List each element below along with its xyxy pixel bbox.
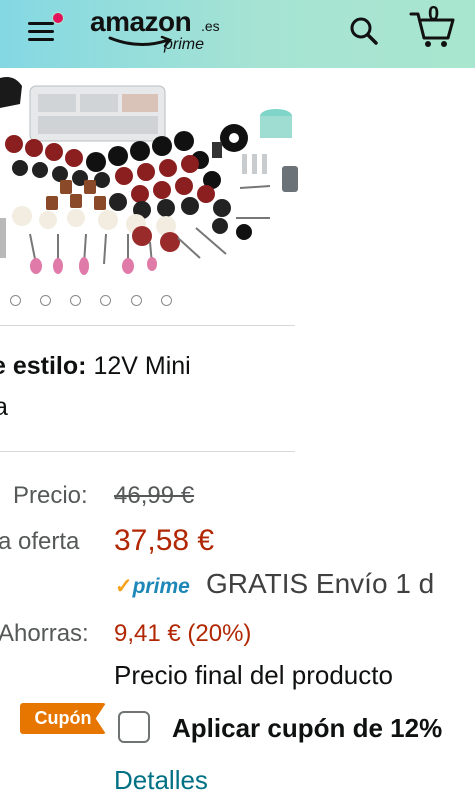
shipping-info: GRATIS Envío 1 d — [206, 568, 435, 599]
style-value: 12V Mini — [93, 352, 191, 380]
product-image[interactable] — [0, 68, 300, 280]
search-button[interactable] — [347, 14, 381, 48]
deal-price-label: a oferta — [0, 528, 80, 555]
carousel-dot[interactable] — [131, 295, 142, 306]
carousel-dot[interactable] — [70, 295, 81, 306]
product-photo — [0, 68, 300, 280]
style-label: e estilo: — [0, 352, 87, 380]
list-price: 46,99 € — [114, 482, 195, 509]
prime-badge: ✓prime — [115, 574, 190, 599]
style-selector[interactable]: e estilo: 12V Mini — [0, 352, 191, 381]
coupon-details-link[interactable]: Detalles — [114, 765, 208, 796]
top-header: amazon .es prime 0 — [0, 0, 475, 68]
deal-price: 37,58 € — [114, 524, 215, 557]
logo-tld: .es — [201, 18, 220, 34]
carousel-dot[interactable] — [161, 295, 172, 306]
style-value-continued: a — [0, 393, 8, 421]
coupon-badge: Cupón — [20, 703, 106, 734]
coupon-checkbox[interactable] — [118, 711, 150, 743]
logo-prime: prime — [164, 36, 205, 53]
carousel-dot[interactable] — [10, 295, 21, 306]
search-icon — [350, 17, 378, 45]
amazon-prime-logo[interactable]: amazon .es prime — [90, 6, 230, 60]
cart-count: 0 — [428, 3, 440, 25]
cart-button[interactable]: 0 — [408, 3, 456, 48]
prime-check-icon: ✓ — [115, 575, 133, 598]
coupon-apply-text[interactable]: Aplicar cupón de 12% — [172, 713, 442, 744]
hamburger-menu-button[interactable] — [26, 12, 64, 44]
final-price-note: Precio final del producto — [114, 660, 393, 690]
prime-badge-label: prime — [132, 575, 190, 598]
divider — [0, 451, 295, 452]
divider — [0, 325, 295, 326]
carousel-dot[interactable] — [100, 295, 111, 306]
carousel-dot[interactable] — [40, 295, 51, 306]
list-price-label: Precio: — [13, 482, 88, 509]
savings-value: 9,41 € (20%) — [114, 620, 252, 647]
savings-label: Ahorras: — [0, 620, 89, 647]
notification-dot — [52, 12, 64, 24]
